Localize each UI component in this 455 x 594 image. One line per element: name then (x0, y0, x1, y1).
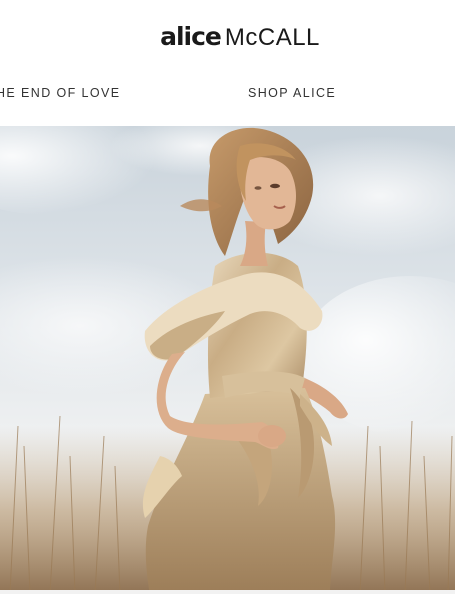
site-header: alice McCALL HE END OF LOVE SHOP ALICE (0, 0, 455, 126)
nav-link-end-of-love[interactable]: HE END OF LOVE (0, 86, 120, 100)
nav-link-shop-alice[interactable]: SHOP ALICE (248, 86, 336, 100)
logo-brand-text: McCALL (224, 24, 320, 51)
hero-photo (0, 126, 455, 594)
logo-script-text: alice (160, 22, 222, 51)
brand-logo[interactable]: alice McCALL (0, 20, 455, 54)
page-bottom-strip (0, 590, 455, 594)
page: alice McCALL HE END OF LOVE SHOP ALICE (0, 0, 455, 594)
hero-image[interactable] (0, 126, 455, 594)
